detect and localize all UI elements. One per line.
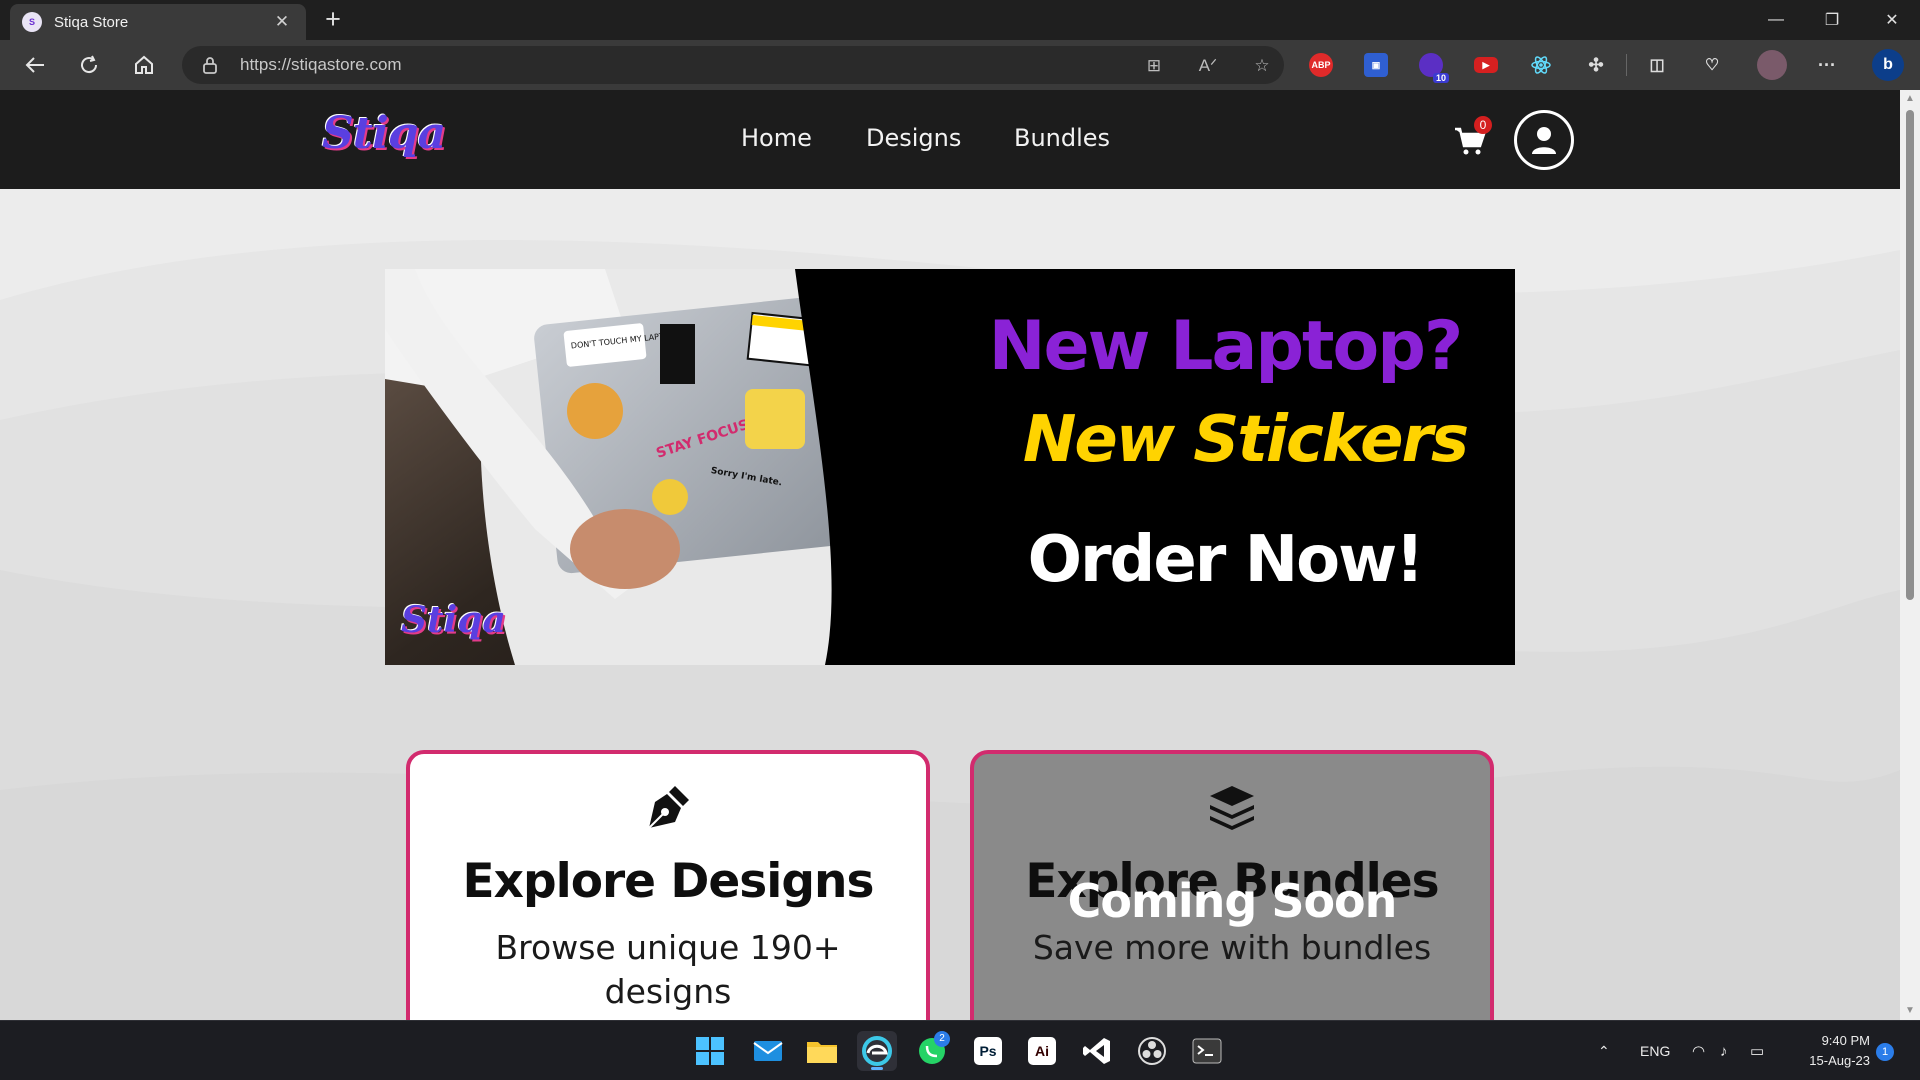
site-header: Stiqa Home Designs Bundles 0 <box>0 90 1900 189</box>
wifi-icon[interactable]: ◠ <box>1692 1021 1705 1080</box>
scrollbar-thumb[interactable] <box>1906 110 1914 600</box>
clock-date: 15-Aug-23 <box>1809 1053 1870 1068</box>
nav-designs[interactable]: Designs <box>866 124 961 152</box>
banner-cta-text: Order Now! <box>1027 523 1425 597</box>
favorite-star-icon[interactable]: ☆ <box>1248 52 1276 80</box>
photoshop-icon: Ps <box>974 1037 1002 1065</box>
read-aloud-icon[interactable]: Aᐟ <box>1194 52 1222 80</box>
coming-soon-overlay: Coming Soon <box>1067 874 1398 928</box>
card-description: Save more with bundles <box>1032 928 1432 967</box>
extension-badge-icon[interactable]: 10 <box>1419 53 1449 83</box>
favicon-icon: S <box>22 12 42 32</box>
card-title: Explore Designs <box>462 854 875 909</box>
refresh-icon <box>81 55 98 74</box>
file-explorer-app[interactable] <box>802 1031 842 1071</box>
tab-title: Stiqa Store <box>54 13 129 31</box>
terminal-app[interactable] <box>1187 1031 1227 1071</box>
battery-icon[interactable]: ▭ <box>1750 1021 1764 1080</box>
promo-banner[interactable]: DON'T TOUCH MY LAPTOP STAY FOCUSED Sorry… <box>385 269 1515 665</box>
photoshop-app[interactable]: Ps <box>968 1031 1008 1071</box>
banner-subheadline: New Stickers <box>1022 403 1469 477</box>
refresh-button[interactable] <box>72 49 106 81</box>
mail-icon <box>753 1041 783 1061</box>
profile-avatar[interactable] <box>1757 50 1787 80</box>
page-viewport: Stiqa Home Designs Bundles 0 DON'T TOUCH… <box>0 90 1900 1020</box>
clock[interactable]: 9:40 PM 15-Aug-23 <box>1790 1031 1870 1071</box>
obs-app[interactable] <box>1132 1031 1172 1071</box>
tab-stiqa-store[interactable]: S Stiqa Store ✕ <box>10 4 306 40</box>
url-input[interactable] <box>240 46 1040 84</box>
back-arrow-icon <box>25 57 44 73</box>
vscode-icon <box>1083 1038 1110 1064</box>
active-app-indicator <box>871 1067 883 1070</box>
banner-logo: Stiqa <box>401 599 506 641</box>
whatsapp-badge: 2 <box>934 1031 950 1047</box>
minimize-button[interactable]: — <box>1748 0 1804 40</box>
nav-home[interactable]: Home <box>741 124 812 152</box>
scroll-down-arrow-icon[interactable]: ▼ <box>1905 1006 1915 1016</box>
page-scrollbar[interactable]: ▲ ▼ <box>1900 90 1920 1020</box>
site-logo[interactable]: Stiqa <box>322 108 446 159</box>
shield-extension-icon[interactable]: ▣ <box>1364 53 1388 77</box>
pen-nib-icon <box>410 784 926 834</box>
card-description: Browse unique 190+ designs <box>495 928 841 1011</box>
windows-taskbar: 2 Ps Ai ⌃ ENG ◠ ♪ ▭ 9:40 PM 15-Aug-23 1 <box>0 1020 1920 1080</box>
banner-headline: New Laptop? <box>988 307 1464 386</box>
address-bar[interactable]: ⊞ Aᐟ ☆ <box>182 46 1284 84</box>
user-account-button[interactable] <box>1514 110 1574 170</box>
show-hidden-icons-chevron-icon[interactable]: ⌃ <box>1598 1021 1610 1080</box>
layers-icon <box>974 784 1490 834</box>
edge-icon <box>862 1036 892 1066</box>
extension-badge-count: 10 <box>1432 73 1449 83</box>
home-icon <box>135 55 153 74</box>
back-button[interactable] <box>18 49 52 81</box>
windows-logo-icon <box>696 1037 724 1065</box>
vscode-app[interactable] <box>1077 1031 1117 1071</box>
language-indicator[interactable]: ENG <box>1640 1021 1670 1080</box>
lock-icon[interactable] <box>200 55 220 75</box>
mail-app[interactable] <box>748 1031 788 1071</box>
explore-bundles-card: Explore Bundles Save more with bundles C… <box>970 750 1494 1020</box>
illustrator-app[interactable]: Ai <box>1022 1031 1062 1071</box>
illustrator-icon: Ai <box>1028 1037 1056 1065</box>
restore-button[interactable]: ❐ <box>1804 0 1860 40</box>
bing-copilot-icon[interactable]: b <box>1872 49 1904 81</box>
cart-count-badge: 0 <box>1474 116 1492 134</box>
adblock-plus-icon[interactable]: ABP <box>1309 53 1333 77</box>
split-screen-icon[interactable]: ◫ <box>1645 53 1669 77</box>
video-extension-icon[interactable]: ▶ <box>1474 57 1498 73</box>
user-icon <box>1532 127 1556 154</box>
whatsapp-app[interactable]: 2 <box>912 1031 952 1071</box>
close-tab-icon[interactable]: ✕ <box>270 12 294 32</box>
volume-icon[interactable]: ♪ <box>1720 1021 1728 1080</box>
browser-essentials-icon[interactable]: ♡ <box>1700 53 1724 77</box>
obs-icon <box>1138 1037 1166 1065</box>
explore-designs-card[interactable]: Explore Designs Browse unique 190+ desig… <box>406 750 930 1020</box>
notification-badge[interactable]: 1 <box>1876 1043 1894 1061</box>
nav-bundles[interactable]: Bundles <box>1014 124 1110 152</box>
toolbar-divider <box>1626 54 1627 76</box>
react-devtools-icon[interactable] <box>1529 53 1553 77</box>
browser-tab-bar: S Stiqa Store ✕ + — ❐ ✕ <box>0 0 1920 40</box>
home-button[interactable] <box>127 49 161 81</box>
terminal-icon <box>1192 1038 1222 1064</box>
start-button[interactable] <box>690 1031 730 1071</box>
edge-app[interactable] <box>857 1031 897 1071</box>
folder-icon <box>807 1042 837 1063</box>
close-window-button[interactable]: ✕ <box>1864 0 1920 40</box>
new-tab-button[interactable]: + <box>318 4 348 36</box>
app-available-icon[interactable]: ⊞ <box>1140 52 1168 80</box>
more-options-icon[interactable]: ··· <box>1815 53 1839 77</box>
clock-time: 9:40 PM <box>1821 1033 1870 1048</box>
scroll-up-arrow-icon[interactable]: ▲ <box>1905 94 1915 104</box>
extensions-puzzle-icon[interactable]: ✣ <box>1584 53 1608 77</box>
browser-toolbar: ⊞ Aᐟ ☆ ABP ▣ 10 ▶ ✣ ◫ ♡ ··· b <box>0 40 1920 90</box>
